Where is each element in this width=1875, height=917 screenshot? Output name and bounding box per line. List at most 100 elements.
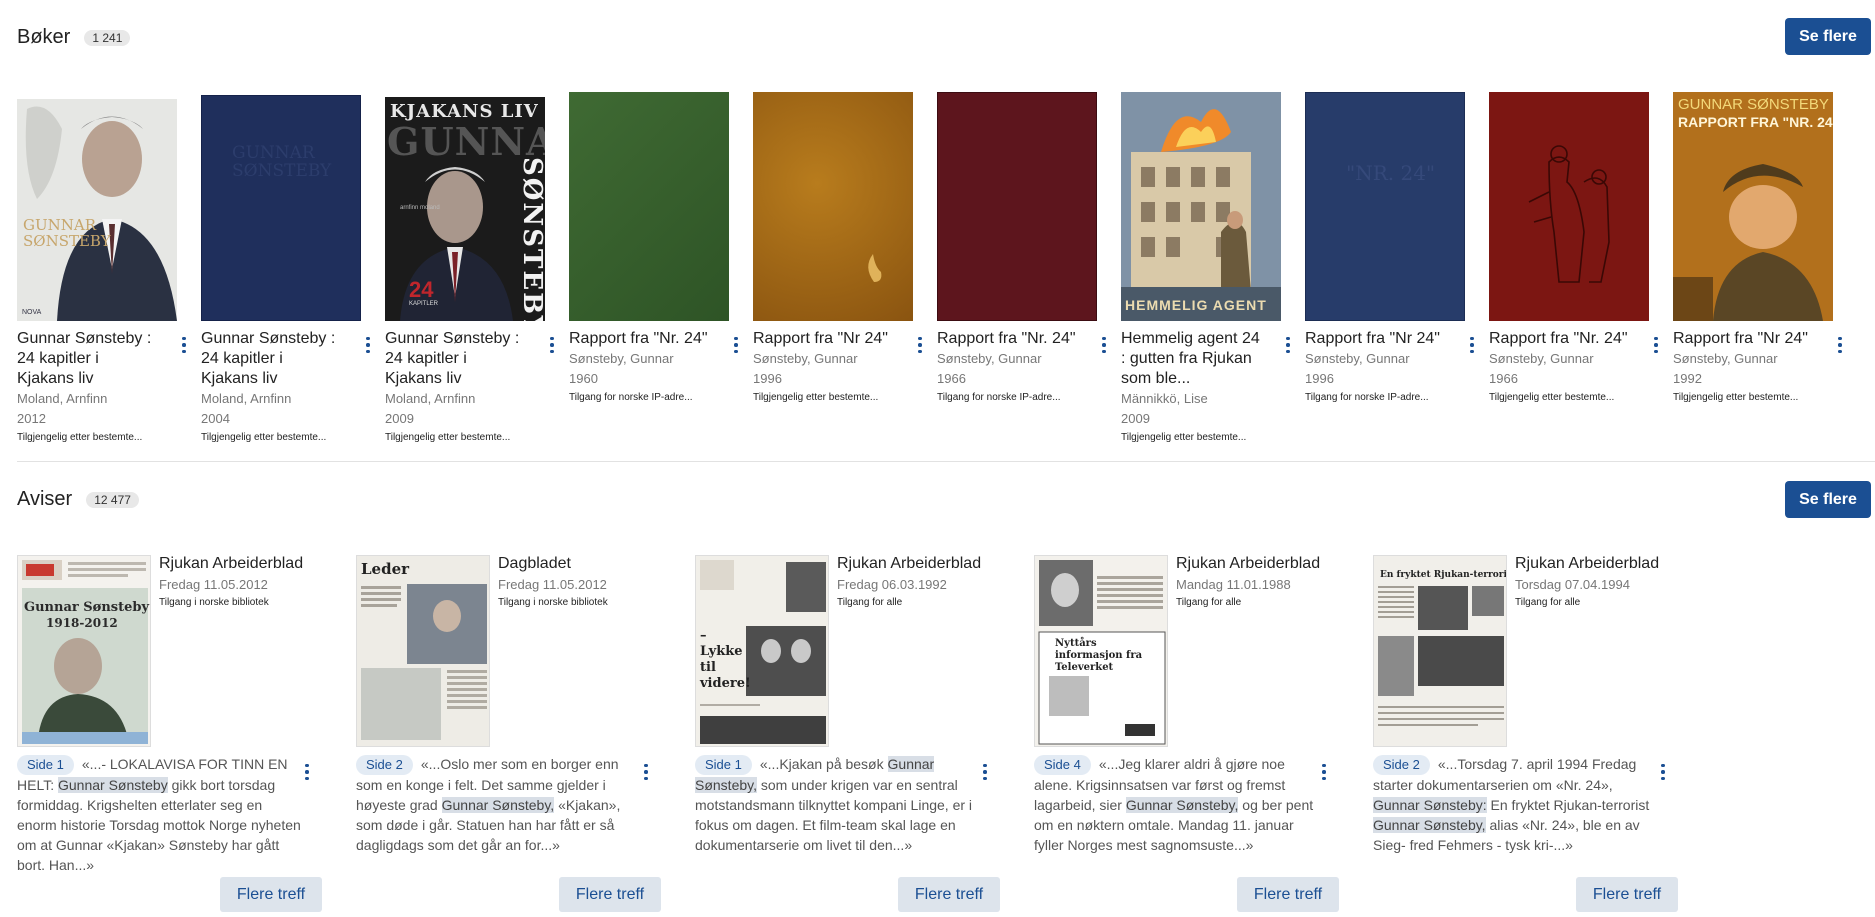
newspaper-name[interactable]: Rjukan Arbeiderblad: [1176, 555, 1320, 573]
newspaper-thumbnail[interactable]: Nyttårs informasjon fra Televerket: [1034, 555, 1168, 747]
book-access: Tilgjengelig etter bestemte...: [1121, 432, 1247, 443]
book-cover[interactable]: KJAKANS LIV GUNNAR arnfinn moland SØNSTE…: [385, 97, 545, 321]
book-author: Sønsteby, Gunnar: [1673, 351, 1778, 366]
newspaper-name[interactable]: Rjukan Arbeiderblad: [1515, 555, 1659, 573]
book-cover[interactable]: "NR. 24": [1305, 92, 1465, 321]
book-cover-title: HEMMELIG AGENT: [1125, 297, 1267, 313]
newspaper-card[interactable]: Nyttårs informasjon fra Televerket Rjuka…: [1034, 555, 1354, 915]
newspaper-name[interactable]: Dagbladet: [498, 555, 571, 573]
newspaper-date: Torsdag 07.04.1994: [1515, 577, 1630, 592]
book-cover-title: GUNNAR SØNSTEBY: [1678, 96, 1829, 113]
book-title[interactable]: Rapport fra "Nr 24": [1305, 329, 1445, 349]
more-hits-button[interactable]: Flere treff: [559, 877, 661, 912]
book-card[interactable]: "NR. 24" Rapport fra "Nr 24" Sønsteby, G…: [1305, 92, 1480, 403]
book-card[interactable]: Rapport fra "Nr 24" Sønsteby, Gunnar 199…: [753, 92, 928, 403]
book-access: Tilgang for norske IP-adre...: [1305, 392, 1429, 403]
book-card[interactable]: Rapport fra "Nr. 24" Sønsteby, Gunnar 19…: [569, 92, 744, 403]
book-card[interactable]: HEMMELIG AGENT Hemmelig agent 24 : gutte…: [1121, 92, 1296, 443]
page-badge[interactable]: Side 4: [1034, 755, 1091, 775]
newspaper-name[interactable]: Rjukan Arbeiderblad: [159, 555, 303, 573]
more-options-icon[interactable]: [1464, 334, 1480, 356]
more-options-icon[interactable]: [176, 334, 192, 356]
newspaper-access: Tilgang i norske bibliotek: [159, 597, 269, 608]
book-year: 2012: [17, 411, 46, 426]
newspaper-card[interactable]: – Lykke til videre! Rjukan Arbeiderblad …: [695, 555, 1015, 915]
book-year: 1992: [1673, 371, 1702, 386]
more-options-icon[interactable]: [977, 761, 993, 783]
book-cover[interactable]: [937, 92, 1097, 321]
book-year: 2009: [385, 411, 414, 426]
snippet-text: En fryktet Rjukan-terrorist: [1486, 797, 1650, 813]
book-cover[interactable]: [1489, 92, 1649, 321]
more-options-icon[interactable]: [728, 334, 744, 356]
book-cover-author: arnfinn moland: [400, 205, 440, 211]
more-options-icon[interactable]: [1655, 761, 1671, 783]
newspaper-date: Mandag 11.01.1988: [1176, 577, 1291, 592]
newspaper-access: Tilgang for alle: [1515, 597, 1581, 608]
book-cover[interactable]: [569, 92, 729, 321]
book-title[interactable]: Hemmelig agent 24 : gutten fra Rjukan so…: [1121, 329, 1261, 389]
books-count-badge: 1 241: [84, 29, 131, 46]
newspaper-date: Fredag 11.05.2012: [159, 577, 268, 592]
book-title[interactable]: Gunnar Sønsteby : 24 kapitler i Kjakans …: [385, 329, 525, 389]
books-see-more-button[interactable]: Se flere: [1785, 18, 1871, 55]
book-cover[interactable]: NOVA GUNNAR SØNSTEBY: [17, 99, 177, 321]
page-badge[interactable]: Side 1: [695, 755, 752, 775]
newspaper-thumbnail[interactable]: En fryktet Rjukan-terrorist: [1373, 555, 1507, 747]
book-card[interactable]: NOVA GUNNAR SØNSTEBY Gunnar Sønsteby : 2…: [17, 92, 192, 443]
book-card[interactable]: GUNNAR SØNSTEBY Gunnar Sønsteby : 24 kap…: [201, 92, 376, 443]
papers-count-badge: 12 477: [86, 491, 139, 508]
more-options-icon[interactable]: [638, 761, 654, 783]
book-card[interactable]: KJAKANS LIV GUNNAR arnfinn moland SØNSTE…: [385, 92, 560, 443]
more-hits-button[interactable]: Flere treff: [220, 877, 322, 912]
more-hits-button[interactable]: Flere treff: [1237, 877, 1339, 912]
page-badge[interactable]: Side 2: [356, 755, 413, 775]
book-title[interactable]: Rapport fra "Nr 24": [1673, 329, 1813, 349]
newspaper-thumbnail[interactable]: Gunnar Sønsteby 1918-2012: [17, 555, 151, 747]
book-cover[interactable]: GUNNAR SØNSTEBY RAPPORT FRA "NR. 24": [1673, 92, 1833, 321]
book-author: Moland, Arnfinn: [17, 391, 108, 406]
papers-section-header: Aviser 12 477: [17, 488, 139, 511]
book-card[interactable]: Rapport fra "Nr. 24" Sønsteby, Gunnar 19…: [1489, 92, 1664, 403]
book-cover[interactable]: GUNNAR SØNSTEBY: [201, 95, 361, 321]
newspaper-card[interactable]: Gunnar Sønsteby 1918-2012 Rjukan Arbeide…: [17, 555, 337, 915]
book-card[interactable]: Rapport fra "Nr. 24" Sønsteby, Gunnar 19…: [937, 92, 1112, 403]
more-options-icon[interactable]: [360, 334, 376, 356]
book-year: 1966: [1489, 371, 1518, 386]
book-author: Moland, Arnfinn: [385, 391, 476, 406]
more-options-icon[interactable]: [544, 334, 560, 356]
page-badge[interactable]: Side 1: [17, 755, 74, 775]
book-title[interactable]: Rapport fra "Nr 24": [753, 329, 893, 349]
book-title[interactable]: Rapport fra "Nr. 24": [1489, 329, 1629, 349]
book-title[interactable]: Gunnar Sønsteby : 24 kapitler i Kjakans …: [201, 329, 341, 389]
search-highlight: Gunnar Sønsteby,: [1373, 817, 1486, 833]
book-title[interactable]: Gunnar Sønsteby : 24 kapitler i Kjakans …: [17, 329, 157, 389]
newspaper-snippet: Side 1 «...Kjakan på besøk Gunnar Sønsteb…: [695, 754, 983, 855]
newspaper-thumb-headline: – Lykke til videre!: [700, 628, 751, 691]
book-card[interactable]: GUNNAR SØNSTEBY RAPPORT FRA "NR. 24" Rap…: [1673, 92, 1848, 403]
newspaper-name[interactable]: Rjukan Arbeiderblad: [837, 555, 981, 573]
newspaper-card[interactable]: En fryktet Rjukan-terrorist Rjukan Arbei…: [1373, 555, 1693, 915]
papers-see-more-button[interactable]: Se flere: [1785, 481, 1871, 518]
page-badge[interactable]: Side 2: [1373, 755, 1430, 775]
book-cover[interactable]: [753, 92, 913, 321]
more-options-icon[interactable]: [1280, 334, 1296, 356]
more-options-icon[interactable]: [299, 761, 315, 783]
book-cover[interactable]: HEMMELIG AGENT: [1121, 92, 1281, 321]
book-title[interactable]: Rapport fra "Nr. 24": [569, 329, 709, 349]
newspaper-card[interactable]: Leder Dagbladet Fredag 11.05.2012 Tilgan…: [356, 555, 676, 915]
more-hits-button[interactable]: Flere treff: [898, 877, 1000, 912]
more-hits-button[interactable]: Flere treff: [1576, 877, 1678, 912]
more-options-icon[interactable]: [1316, 761, 1332, 783]
more-options-icon[interactable]: [1832, 334, 1848, 356]
more-options-icon[interactable]: [1648, 334, 1664, 356]
book-title[interactable]: Rapport fra "Nr. 24": [937, 329, 1077, 349]
more-options-icon[interactable]: [1096, 334, 1112, 356]
newspaper-thumbnail[interactable]: Leder: [356, 555, 490, 747]
newspaper-thumbnail[interactable]: – Lykke til videre!: [695, 555, 829, 747]
book-cover-number-label: KAPITLER: [409, 301, 439, 307]
book-author: Sønsteby, Gunnar: [1489, 351, 1594, 366]
more-options-icon[interactable]: [912, 334, 928, 356]
book-access: Tilgang for norske IP-adre...: [937, 392, 1061, 403]
book-access: Tilgjengelig etter bestemte...: [753, 392, 879, 403]
